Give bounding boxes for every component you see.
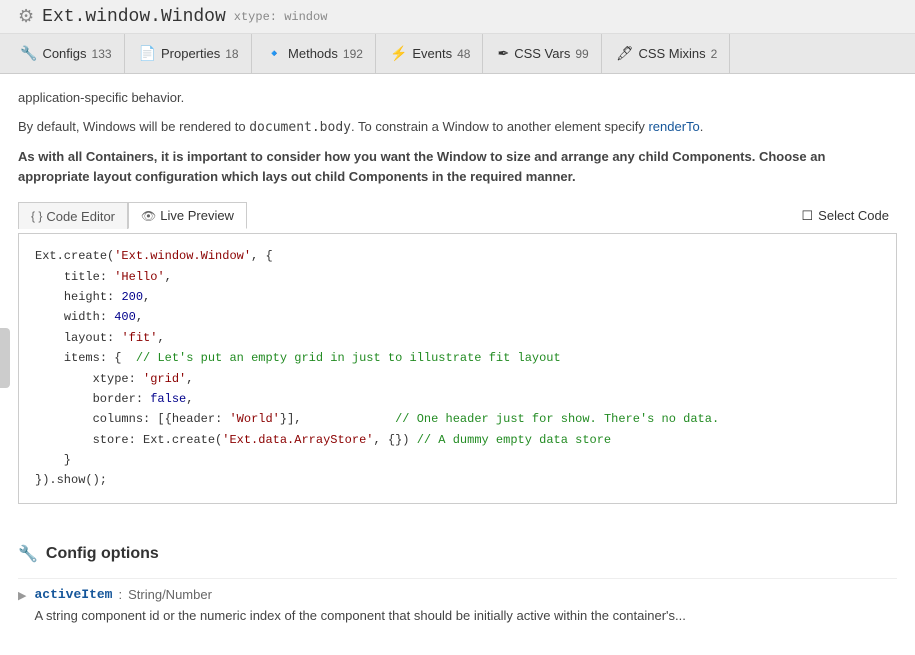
configs-count: 133 bbox=[92, 47, 112, 61]
gear-icon: ⚙ bbox=[18, 6, 34, 27]
desc-line2: By default, Windows will be rendered to … bbox=[18, 117, 897, 139]
properties-icon: 📄 bbox=[139, 45, 156, 62]
css-mixins-count: 2 bbox=[711, 47, 718, 61]
events-count: 48 bbox=[457, 47, 470, 61]
nav-tabs: 🔧 Configs 133 📄 Properties 18 🔹 Methods … bbox=[0, 34, 915, 74]
config-section-icon: 🔧 bbox=[18, 544, 38, 564]
methods-label: Methods bbox=[288, 46, 338, 61]
events-label: Events bbox=[412, 46, 452, 61]
page-title: Ext.window.Window bbox=[42, 7, 226, 27]
config-item-separator: : bbox=[118, 587, 122, 602]
code-editor-label: Code Editor bbox=[46, 209, 115, 224]
toolbar-left: { } Code Editor 👁 Live Preview bbox=[18, 202, 247, 229]
css-vars-label: CSS Vars bbox=[514, 46, 570, 61]
tab-events[interactable]: ⚡ Events 48 bbox=[378, 34, 484, 73]
code-block: Ext.create('Ext.window.Window', { title:… bbox=[18, 233, 897, 504]
config-item-desc: A string component id or the numeric ind… bbox=[34, 606, 897, 626]
css-mixins-icon: 🖋 bbox=[616, 45, 634, 62]
configs-label: Configs bbox=[42, 46, 86, 61]
css-mixins-label: CSS Mixins bbox=[638, 46, 705, 61]
code-section: { } Code Editor 👁 Live Preview ☐ Select … bbox=[18, 202, 897, 504]
tab-css-mixins[interactable]: 🖋 CSS Mixins 2 bbox=[604, 34, 731, 73]
config-item-name[interactable]: activeItem bbox=[34, 587, 112, 602]
code-editor-icon: { } bbox=[31, 209, 42, 223]
tab-css-vars[interactable]: ✒ CSS Vars 99 bbox=[485, 34, 601, 73]
live-preview-label: Live Preview bbox=[160, 208, 234, 223]
sidebar-handle[interactable] bbox=[0, 328, 10, 388]
methods-count: 192 bbox=[343, 47, 363, 61]
desc-line1: application-specific behavior. bbox=[18, 88, 897, 109]
render-to-link[interactable]: renderTo bbox=[648, 119, 699, 134]
select-code-checkbox-icon: ☐ bbox=[802, 208, 814, 224]
config-section-header: 🔧 Config options bbox=[18, 544, 897, 564]
main-content: application-specific behavior. By defaul… bbox=[0, 74, 915, 647]
properties-count: 18 bbox=[225, 47, 238, 61]
tab-methods[interactable]: 🔹 Methods 192 bbox=[254, 34, 376, 73]
config-section-title: Config options bbox=[46, 545, 159, 563]
properties-label: Properties bbox=[161, 46, 220, 61]
config-item-header-row: activeItem : String/Number bbox=[34, 587, 897, 602]
config-item-activeitem: ▶ activeItem : String/Number A string co… bbox=[18, 578, 897, 634]
code-toolbar: { } Code Editor 👁 Live Preview ☐ Select … bbox=[18, 202, 897, 229]
select-code-button[interactable]: ☐ Select Code bbox=[794, 204, 897, 228]
tab-properties[interactable]: 📄 Properties 18 bbox=[127, 34, 252, 73]
tab-configs[interactable]: 🔧 Configs 133 bbox=[8, 34, 125, 73]
methods-icon: 🔹 bbox=[266, 45, 283, 62]
code-editor-tab[interactable]: { } Code Editor bbox=[18, 202, 128, 229]
config-section: 🔧 Config options ▶ activeItem : String/N… bbox=[18, 544, 897, 634]
config-item-arrow[interactable]: ▶ bbox=[18, 589, 26, 602]
desc-line3: As with all Containers, it is important … bbox=[18, 147, 897, 189]
live-preview-tab[interactable]: 👁 Live Preview bbox=[128, 202, 247, 229]
events-icon: ⚡ bbox=[390, 45, 407, 62]
configs-icon: 🔧 bbox=[20, 45, 37, 62]
css-vars-count: 99 bbox=[575, 47, 588, 61]
config-item-type: String/Number bbox=[128, 587, 212, 602]
page-header: ⚙ Ext.window.Window xtype: window bbox=[0, 0, 915, 34]
config-item-content: activeItem : String/Number A string comp… bbox=[34, 587, 897, 626]
xtype-badge: xtype: window bbox=[234, 10, 328, 24]
live-preview-icon: 👁 bbox=[141, 209, 156, 223]
select-code-label: Select Code bbox=[818, 208, 889, 223]
css-vars-icon: ✒ bbox=[497, 45, 509, 62]
